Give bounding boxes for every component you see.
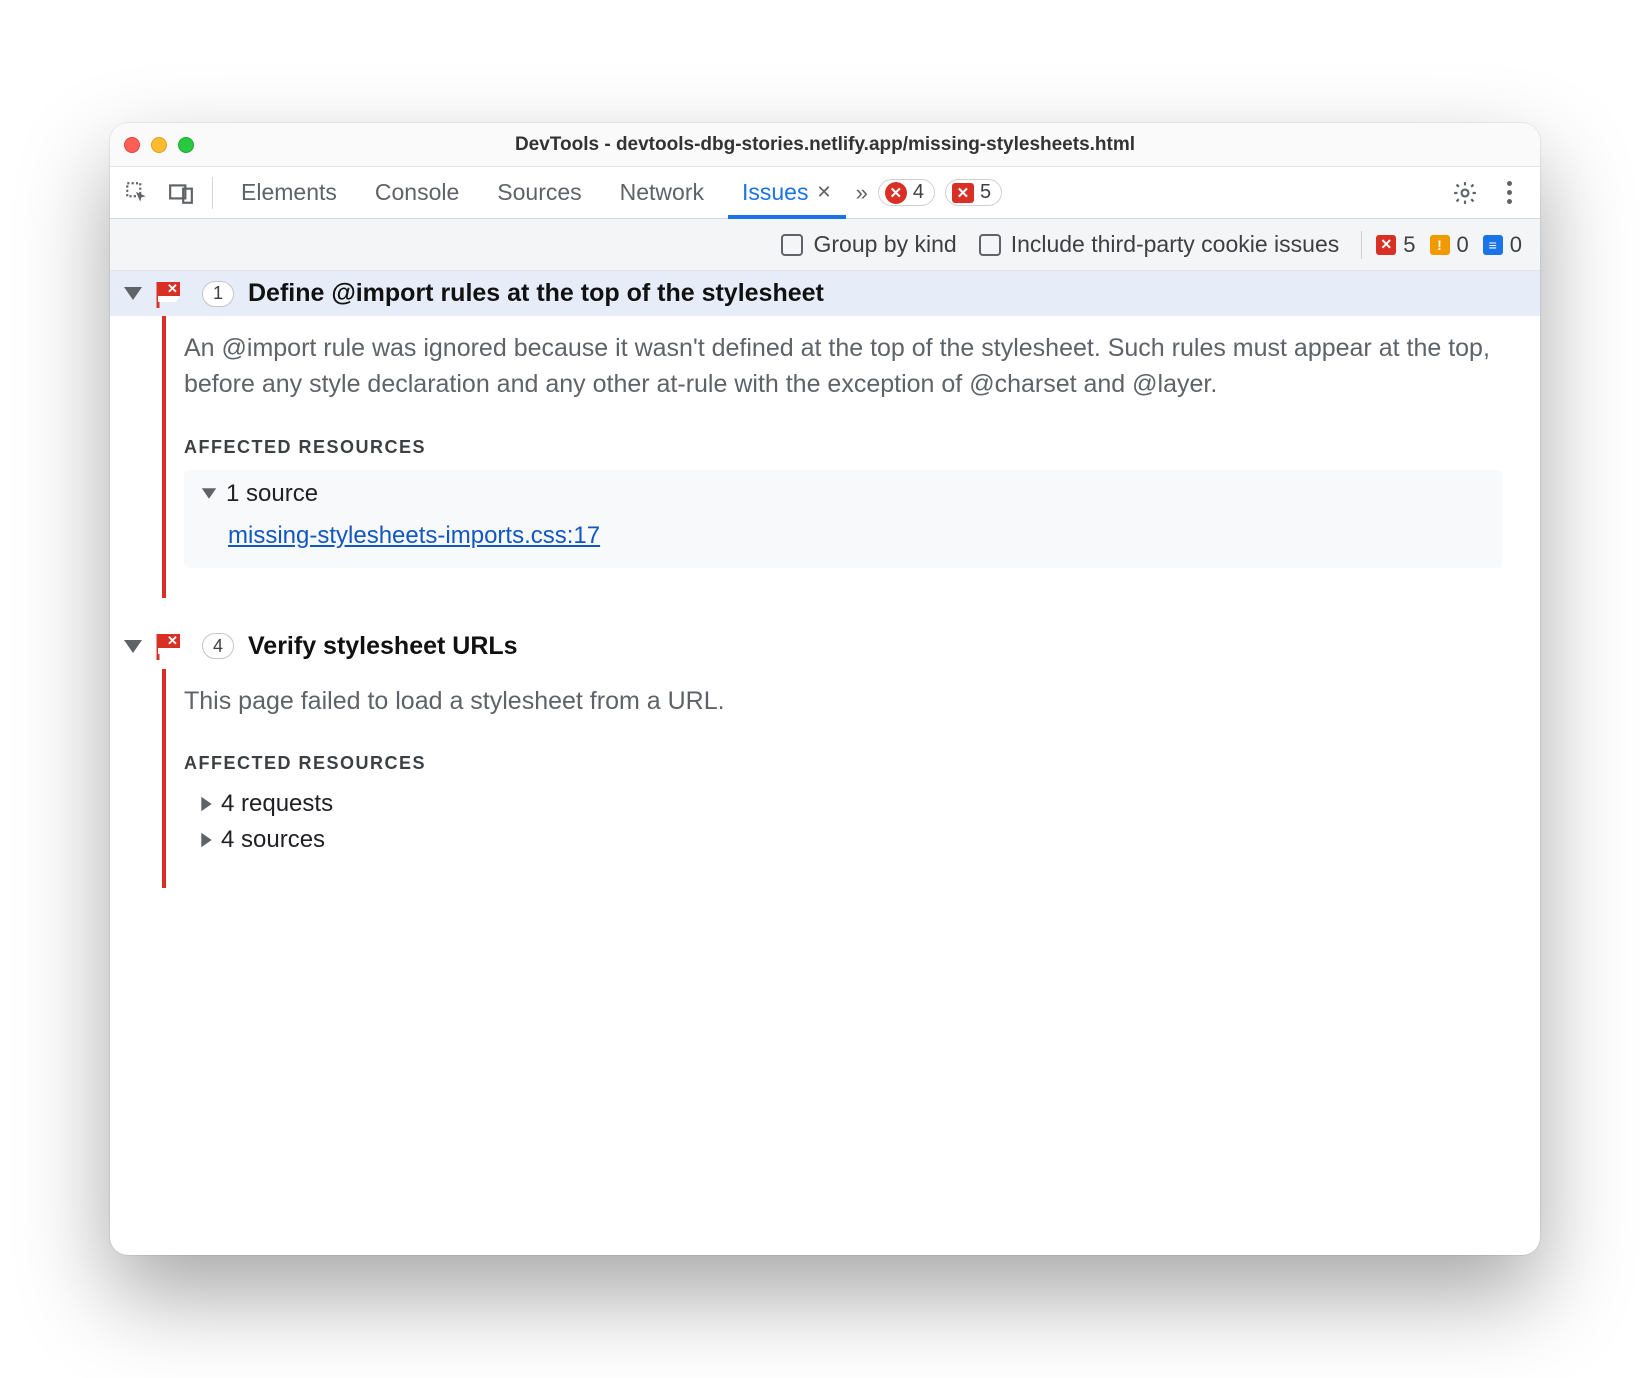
svg-text:✕: ✕ [167, 633, 178, 648]
tab-elements[interactable]: Elements [227, 167, 351, 218]
minimize-window-button[interactable] [151, 137, 167, 153]
tab-label: Elements [241, 179, 337, 206]
affected-resources-heading: AFFECTED RESOURCES [184, 437, 1502, 458]
issue-title: Verify stylesheet URLs [248, 632, 518, 661]
checkbox-label: Group by kind [813, 231, 956, 258]
source-link-text[interactable]: missing-stylesheets-imports.css:17 [228, 522, 600, 549]
tab-sources[interactable]: Sources [483, 167, 595, 218]
tab-label: Network [620, 179, 704, 206]
more-tabs-icon[interactable]: » [856, 180, 868, 206]
issues-icon: ✕ [952, 183, 974, 203]
titlebar: DevTools - devtools-dbg-stories.netlify.… [110, 123, 1540, 167]
expand-toggle-icon[interactable] [124, 640, 142, 653]
issue-header[interactable]: ✕ 4 Verify stylesheet URLs [110, 624, 1540, 669]
issue-title: Define @import rules at the top of the s… [248, 279, 824, 308]
tab-label: Issues [742, 179, 808, 206]
sources-toggle[interactable]: 1 source [200, 480, 1486, 508]
tab-label: Sources [497, 179, 581, 206]
requests-toggle[interactable]: 4 requests [200, 786, 1502, 822]
issues-count: 5 [980, 181, 991, 204]
svg-text:✕: ✕ [167, 281, 178, 296]
info-icon: ≡ [1483, 235, 1503, 255]
issues-count-pill[interactable]: ✕ 5 [945, 179, 1002, 206]
error-icon: ✕ [885, 182, 907, 204]
checkbox-icon [979, 234, 1001, 256]
issues-panel: ✕ 1 Define @import rules at the top of t… [110, 271, 1540, 1255]
issue-body: This page failed to load a stylesheet fr… [110, 669, 1540, 888]
close-window-button[interactable] [124, 137, 140, 153]
tab-network[interactable]: Network [606, 167, 718, 218]
summary-info[interactable]: ≡0 [1483, 232, 1522, 258]
summary-errors[interactable]: ✕5 [1376, 232, 1415, 258]
tab-label: Console [375, 179, 459, 206]
window-title: DevTools - devtools-dbg-stories.netlify.… [110, 134, 1540, 156]
checkbox-label: Include third-party cookie issues [1011, 231, 1340, 258]
source-link[interactable]: missing-stylesheets-imports.css:17 [228, 522, 1486, 550]
devtools-tabbar: Elements Console Sources Network Issues … [110, 167, 1540, 219]
issue-body: An @import rule was ignored because it w… [110, 316, 1540, 598]
summary-warnings[interactable]: !0 [1430, 232, 1469, 258]
close-tab-icon[interactable]: ✕ [816, 182, 831, 203]
device-toolbar-icon[interactable] [164, 176, 198, 210]
tab-issues[interactable]: Issues ✕ [728, 167, 846, 218]
third-party-checkbox[interactable]: Include third-party cookie issues [979, 231, 1340, 258]
requests-label: 4 requests [221, 790, 333, 818]
checkbox-icon [781, 234, 803, 256]
sources-label: 4 sources [221, 826, 325, 854]
issues-summary: ✕5 !0 ≡0 [1361, 231, 1522, 259]
issue-description: This page failed to load a stylesheet fr… [184, 683, 1502, 719]
error-count-pill[interactable]: ✕ 4 [878, 179, 935, 206]
affected-resources-heading: AFFECTED RESOURCES [184, 753, 1502, 774]
issue-description: An @import rule was ignored because it w… [184, 330, 1502, 403]
settings-icon[interactable] [1448, 176, 1482, 210]
chevron-right-icon [201, 833, 211, 847]
chevron-right-icon [201, 797, 211, 811]
devtools-window: DevTools - devtools-dbg-stories.netlify.… [110, 123, 1540, 1255]
error-icon: ✕ [1376, 235, 1396, 255]
issues-filter-bar: Group by kind Include third-party cookie… [110, 219, 1540, 271]
inspect-element-icon[interactable] [120, 176, 154, 210]
maximize-window-button[interactable] [178, 137, 194, 153]
chevron-down-icon [202, 488, 216, 498]
issue-count-badge: 4 [202, 633, 234, 659]
expand-toggle-icon[interactable] [124, 287, 142, 300]
tab-console[interactable]: Console [361, 167, 473, 218]
group-by-kind-checkbox[interactable]: Group by kind [781, 231, 956, 258]
error-count: 4 [913, 181, 924, 204]
breaking-change-icon: ✕ [156, 280, 188, 308]
issue-header[interactable]: ✕ 1 Define @import rules at the top of t… [110, 271, 1540, 316]
sources-label: 1 source [226, 480, 318, 508]
issue-count-badge: 1 [202, 281, 234, 307]
breaking-change-icon: ✕ [156, 632, 188, 660]
window-controls [124, 137, 194, 153]
kebab-menu-icon[interactable] [1492, 176, 1526, 210]
affected-resources-box: 1 source missing-stylesheets-imports.css… [184, 470, 1502, 568]
sources-toggle[interactable]: 4 sources [200, 822, 1502, 858]
divider [212, 177, 213, 209]
warning-icon: ! [1430, 235, 1450, 255]
